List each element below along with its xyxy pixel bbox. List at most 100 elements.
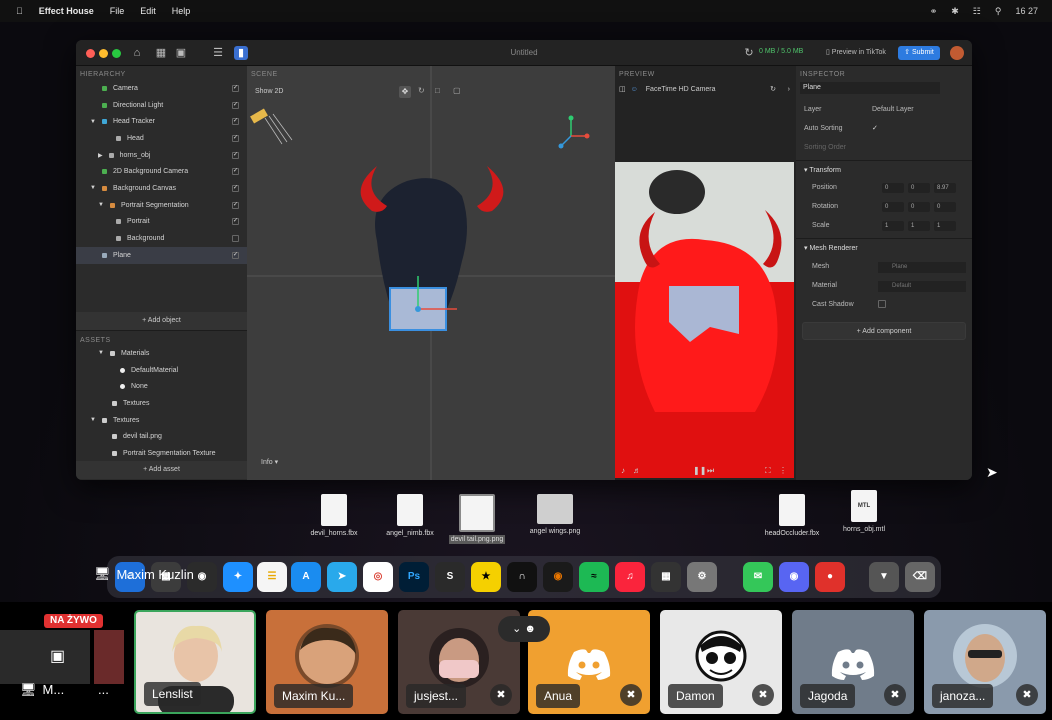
add-component-button[interactable]: + Add component xyxy=(802,322,966,340)
fullscreen-icon[interactable]: ⛶ xyxy=(765,466,771,476)
scale-y-field[interactable]: 1 xyxy=(908,221,930,231)
dock-settings-icon[interactable]: ⚙ xyxy=(687,562,717,592)
dock-photoshop-icon[interactable]: Ps xyxy=(399,562,429,592)
dock-calculator-icon[interactable]: ▦ xyxy=(651,562,681,592)
desktop-file-devil-horns[interactable]: devil_horns.fbx xyxy=(302,494,366,537)
hierarchy-item-horns[interactable]: ▶ horns_obj ✓ xyxy=(76,147,247,164)
scene-viewport[interactable]: SCENE Show 2D ✥ ↻ □ ▢ Info ▾ xyxy=(247,66,615,480)
asset-default-material[interactable]: DefaultMaterial xyxy=(76,362,247,379)
next-frame-icon[interactable]: ⏭ xyxy=(707,466,714,476)
dock-telegram-icon[interactable]: ➤ xyxy=(327,562,357,592)
search-icon[interactable]: ⚲ xyxy=(995,6,1002,17)
dock-blender-icon[interactable]: ◉ xyxy=(543,562,573,592)
asset-textures-1[interactable]: Textures xyxy=(76,395,247,412)
hierarchy-item-directional-light[interactable]: Directional Light ✓ xyxy=(76,97,247,114)
mesh-renderer-section[interactable]: ▾ Mesh Renderer xyxy=(804,244,858,252)
hierarchy-item-camera[interactable]: Camera ✓ xyxy=(76,80,247,97)
participants-toggle-button[interactable]: ⌄ ☻ xyxy=(498,616,550,642)
show-2d-toggle[interactable]: Show 2D xyxy=(255,88,283,95)
chevron-right-icon[interactable]: › xyxy=(788,86,790,93)
preview-in-tiktok-button[interactable]: ▯ Preview in TikTok xyxy=(826,48,886,56)
visibility-checkbox[interactable]: ✓ xyxy=(232,218,239,226)
person-icon[interactable]: ☺ xyxy=(631,86,638,93)
scale-x-field[interactable]: 1 xyxy=(882,221,904,231)
material-field[interactable]: Default xyxy=(878,281,966,292)
visibility-checkbox[interactable]: ✓ xyxy=(232,101,239,109)
menu-edit[interactable]: Edit xyxy=(140,6,156,16)
hierarchy-item-background[interactable]: Background xyxy=(76,230,247,247)
visibility-checkbox[interactable]: ✓ xyxy=(232,184,239,192)
dock-trash-icon[interactable]: ⌫ xyxy=(905,562,935,592)
menu-app-name[interactable]: Effect House xyxy=(39,6,94,16)
auto-sorting-checkbox[interactable]: ✓ xyxy=(872,124,878,132)
desktop-file-devil-tail[interactable]: devil tail.png.png xyxy=(442,494,512,544)
add-object-button[interactable]: + Add object xyxy=(76,312,247,330)
mesh-field[interactable]: Plane xyxy=(878,262,966,273)
more-options-button[interactable]: ... xyxy=(98,682,109,697)
rotation-x-field[interactable]: 0 xyxy=(882,202,904,212)
bluetooth-icon[interactable]: ✱ xyxy=(951,6,959,17)
desktop-file-angel-nimb[interactable]: angel_nimb.fbx xyxy=(378,494,442,537)
wifi-icon[interactable]: ☷ xyxy=(973,6,981,17)
rotation-z-field[interactable]: 0 xyxy=(934,202,956,212)
position-x-field[interactable]: 0 xyxy=(882,183,904,193)
participant-tile-jagoda[interactable]: Jagoda ✖ xyxy=(792,610,914,714)
cast-shadow-checkbox[interactable] xyxy=(878,300,886,308)
visibility-checkbox[interactable]: ✓ xyxy=(232,168,239,176)
scale-z-field[interactable]: 1 xyxy=(934,221,956,231)
rotation-y-field[interactable]: 0 xyxy=(908,202,930,212)
visibility-checkbox[interactable] xyxy=(232,235,239,243)
dock-app-store-icon[interactable]: A xyxy=(291,562,321,592)
info-toggle[interactable]: Info ▾ xyxy=(261,458,278,466)
self-preview[interactable]: NA ŻYWO ▣ 🖥 M... ... xyxy=(0,612,128,716)
scale-tool-icon[interactable]: □ xyxy=(435,86,440,95)
tiktok-icon[interactable]: ♪ xyxy=(621,466,625,475)
participant-tile-janoza[interactable]: janoza... ✖ xyxy=(924,610,1046,714)
asset-devil-tail[interactable]: devil tail.png xyxy=(76,428,247,445)
move-tool-icon[interactable]: ✥ xyxy=(399,86,411,98)
user-avatar[interactable] xyxy=(950,46,964,60)
visibility-checkbox[interactable]: ✓ xyxy=(232,251,239,259)
asset-folder-textures[interactable]: ▼ Textures xyxy=(76,412,247,429)
desktop-file-horns-mtl[interactable]: MTL horns_obj.mtl xyxy=(832,490,896,533)
chevron-down-icon[interactable]: ▼ xyxy=(90,185,96,191)
dock-stickies-icon[interactable]: ★ xyxy=(471,562,501,592)
chevron-down-icon[interactable]: ▼ xyxy=(98,202,104,208)
more-icon[interactable]: ⋮ xyxy=(779,466,787,475)
asset-folder-materials[interactable]: ▼ Materials xyxy=(76,345,247,362)
rect-tool-icon[interactable]: ▢ xyxy=(453,86,461,95)
hierarchy-item-2d-camera[interactable]: 2D Background Camera ✓ xyxy=(76,163,247,180)
screen-icon[interactable]: ◫ xyxy=(619,85,626,93)
dock-chrome-icon[interactable]: ◎ xyxy=(363,562,393,592)
participant-tile-lenslist[interactable]: Lenslist xyxy=(134,610,256,714)
hierarchy-item-background-canvas[interactable]: ▼ Background Canvas ✓ xyxy=(76,180,247,197)
dock-skitch-icon[interactable]: S xyxy=(435,562,465,592)
camera-selector[interactable]: ◫ ☺ FaceTime HD Camera ↻ › xyxy=(619,82,792,96)
visibility-checkbox[interactable]: ✓ xyxy=(232,151,239,159)
desktop-file-angel-wings[interactable]: angel wings.png xyxy=(522,494,588,535)
refresh-icon[interactable]: ↻ xyxy=(742,46,756,60)
chevron-right-icon[interactable]: ▶ xyxy=(98,152,103,159)
dock-notes-icon[interactable]: ☰ xyxy=(257,562,287,592)
hierarchy-item-portrait[interactable]: Portrait ✓ xyxy=(76,214,247,231)
chevron-down-icon[interactable]: ▼ xyxy=(90,417,96,423)
dock-spotify-icon[interactable]: ≈ xyxy=(579,562,609,592)
visibility-checkbox[interactable]: ✓ xyxy=(232,201,239,209)
asset-portrait-seg-texture[interactable]: Portrait Segmentation Texture xyxy=(76,445,247,462)
apple-icon[interactable]:  xyxy=(16,6,23,16)
position-z-field[interactable]: 8.97 xyxy=(934,183,956,193)
dock-discord-icon[interactable]: ◉ xyxy=(779,562,809,592)
object-name-field[interactable]: Plane xyxy=(800,82,940,94)
rotate-tool-icon[interactable]: ↻ xyxy=(418,86,425,95)
visibility-checkbox[interactable]: ✓ xyxy=(232,118,239,126)
dock-photo-booth-icon[interactable]: ● xyxy=(815,562,845,592)
headphones-icon[interactable]: ⚭ xyxy=(930,6,938,17)
dock-effect-house-icon[interactable]: ∩ xyxy=(507,562,537,592)
chevron-down-icon[interactable]: ▼ xyxy=(90,119,96,125)
hierarchy-item-portrait-segmentation[interactable]: ▼ Portrait Segmentation ✓ xyxy=(76,197,247,214)
dock-downloads-icon[interactable]: ▼ xyxy=(869,562,899,592)
refresh-preview-icon[interactable]: ↻ xyxy=(770,85,776,93)
position-y-field[interactable]: 0 xyxy=(908,183,930,193)
menu-help[interactable]: Help xyxy=(172,6,191,16)
add-asset-button[interactable]: + Add asset xyxy=(76,461,247,479)
